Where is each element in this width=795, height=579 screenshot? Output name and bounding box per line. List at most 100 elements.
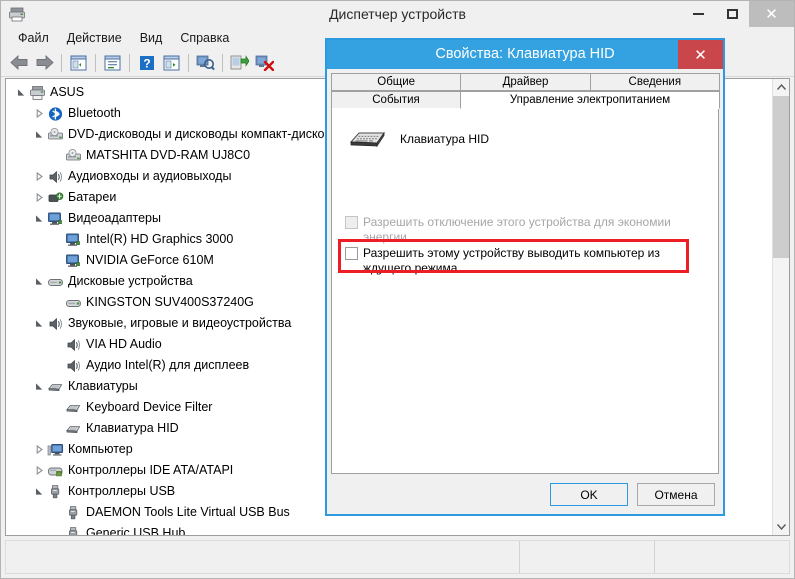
tree-node-label: DAEMON Tools Lite Virtual USB Bus bbox=[86, 505, 290, 519]
speaker-icon bbox=[64, 357, 82, 375]
power-save-checkbox-row[interactable]: Разрешить отключение этого устройства дл… bbox=[345, 215, 718, 245]
battery-icon bbox=[46, 189, 64, 207]
tab-events[interactable]: События bbox=[331, 91, 461, 109]
wake-computer-checkbox[interactable] bbox=[345, 247, 358, 260]
bluetooth-icon bbox=[46, 105, 64, 123]
statusbar bbox=[5, 540, 790, 574]
dvd-drive-icon bbox=[64, 147, 82, 165]
speaker-icon bbox=[64, 336, 82, 354]
twisty-none bbox=[50, 502, 64, 523]
tree-node-label: Звуковые, игровые и видеоустройства bbox=[68, 316, 292, 330]
power-save-checkbox-label: Разрешить отключение этого устройства дл… bbox=[363, 215, 671, 244]
tree-vertical-scrollbar[interactable] bbox=[772, 79, 789, 535]
menu-help[interactable]: Справка bbox=[171, 29, 238, 47]
twisty-collapsed-icon[interactable] bbox=[32, 166, 46, 187]
tab-general[interactable]: Общие bbox=[331, 73, 462, 91]
properties-icon[interactable] bbox=[100, 51, 125, 75]
close-icon: ✕ bbox=[694, 46, 707, 64]
power-save-checkbox[interactable] bbox=[345, 216, 358, 229]
tree-node-label: MATSHITA DVD-RAM UJ8C0 bbox=[86, 148, 251, 162]
scrollbar-thumb[interactable] bbox=[773, 96, 789, 258]
speaker-icon bbox=[46, 315, 64, 333]
wake-computer-checkbox-row[interactable]: Разрешить этому устройству выводить комп… bbox=[345, 246, 690, 276]
back-arrow-icon[interactable] bbox=[7, 51, 32, 75]
toolbar-separator bbox=[129, 53, 130, 72]
keyboard-icon bbox=[64, 399, 82, 417]
twisty-collapsed-icon[interactable] bbox=[32, 187, 46, 208]
cancel-button[interactable]: Отмена bbox=[637, 483, 715, 506]
device-name-label: Клавиатура HID bbox=[400, 132, 489, 146]
tree-node-label: Клавиатуры bbox=[68, 379, 138, 393]
usb-icon bbox=[64, 504, 82, 522]
display-adapter-icon bbox=[64, 252, 82, 270]
twisty-expanded-icon[interactable] bbox=[32, 271, 46, 292]
statusbar-cell-1 bbox=[6, 541, 519, 573]
twisty-expanded-icon[interactable] bbox=[32, 481, 46, 502]
scan-hardware-icon[interactable] bbox=[193, 51, 218, 75]
window-controls: ✕ bbox=[681, 1, 794, 27]
minimize-icon bbox=[692, 13, 704, 15]
statusbar-cell-3 bbox=[654, 541, 789, 573]
twisty-none bbox=[50, 523, 64, 535]
menu-action[interactable]: Действие bbox=[58, 29, 131, 47]
menu-file[interactable]: Файл bbox=[9, 29, 58, 47]
minimize-button[interactable] bbox=[681, 1, 715, 27]
ok-button[interactable]: OK bbox=[550, 483, 628, 506]
twisty-expanded-icon[interactable] bbox=[14, 82, 28, 103]
keyboard-icon bbox=[46, 378, 64, 396]
tree-node-label: Keyboard Device Filter bbox=[86, 400, 213, 414]
forward-arrow-icon[interactable] bbox=[32, 51, 57, 75]
tree-node[interactable]: Generic USB Hub bbox=[6, 523, 771, 535]
close-button[interactable]: ✕ bbox=[749, 1, 794, 27]
tree-node-label: Intel(R) HD Graphics 3000 bbox=[86, 232, 234, 246]
dialog-tabs-row-1: Общие Драйвер Сведения bbox=[331, 73, 720, 91]
svg-text:?: ? bbox=[143, 56, 150, 70]
tree-node-label: NVIDIA GeForce 610M bbox=[86, 253, 214, 267]
menu-view[interactable]: Вид bbox=[131, 29, 172, 47]
usb-icon bbox=[64, 525, 82, 535]
maximize-button[interactable] bbox=[715, 1, 749, 27]
dialog-tabs-row-2: События Управление электропитанием bbox=[331, 91, 720, 109]
twisty-none bbox=[50, 292, 64, 313]
tree-node-label: Клавиатура HID bbox=[86, 421, 179, 435]
toolbar-separator bbox=[95, 53, 96, 72]
dialog-close-button[interactable]: ✕ bbox=[678, 40, 723, 69]
twisty-none bbox=[50, 418, 64, 439]
scrollbar-up-arrow-icon[interactable] bbox=[773, 79, 789, 96]
twisty-none bbox=[50, 397, 64, 418]
tree-node-label: ASUS bbox=[50, 85, 85, 99]
computer-icon bbox=[28, 84, 46, 102]
show-hide-console-tree-icon[interactable] bbox=[66, 51, 91, 75]
tree-node-label: Контроллеры USB bbox=[68, 484, 176, 498]
toolbar-separator bbox=[222, 53, 223, 72]
tab-power-management[interactable]: Управление электропитанием bbox=[460, 91, 720, 109]
tab-details[interactable]: Сведения bbox=[589, 73, 720, 91]
tree-node-label: Аудио Intel(R) для дисплеев bbox=[86, 358, 250, 372]
update-driver-icon[interactable] bbox=[227, 51, 252, 75]
twisty-expanded-icon[interactable] bbox=[32, 376, 46, 397]
device-header: Клавиатура HID bbox=[346, 126, 489, 152]
disk-drive-icon bbox=[46, 273, 64, 291]
speaker-icon bbox=[46, 168, 64, 186]
dialog-title: Свойства: Клавиатура HID bbox=[435, 46, 615, 62]
tree-node-label: Аудиовходы и аудиовыходы bbox=[68, 169, 232, 183]
dialog-titlebar: Свойства: Клавиатура HID ✕ bbox=[327, 40, 723, 69]
uninstall-device-icon[interactable] bbox=[252, 51, 277, 75]
keyboard-icon bbox=[64, 420, 82, 438]
tab-driver[interactable]: Драйвер bbox=[460, 73, 591, 91]
twisty-collapsed-icon[interactable] bbox=[32, 103, 46, 124]
dvd-drive-icon bbox=[46, 126, 64, 144]
twisty-expanded-icon[interactable] bbox=[32, 313, 46, 334]
display-adapter-icon bbox=[64, 231, 82, 249]
scrollbar-down-arrow-icon[interactable] bbox=[773, 518, 789, 535]
twisty-expanded-icon[interactable] bbox=[32, 124, 46, 145]
help-icon[interactable]: ? bbox=[134, 51, 159, 75]
twisty-collapsed-icon[interactable] bbox=[32, 439, 46, 460]
twisty-none bbox=[50, 145, 64, 166]
dialog-tabs: Общие Драйвер Сведения События Управлени… bbox=[331, 73, 720, 109]
twisty-expanded-icon[interactable] bbox=[32, 208, 46, 229]
console-view-icon[interactable] bbox=[159, 51, 184, 75]
twisty-collapsed-icon[interactable] bbox=[32, 460, 46, 481]
dialog-content-panel: Клавиатура HID Разрешить отключение этог… bbox=[331, 108, 719, 474]
twisty-none bbox=[50, 334, 64, 355]
